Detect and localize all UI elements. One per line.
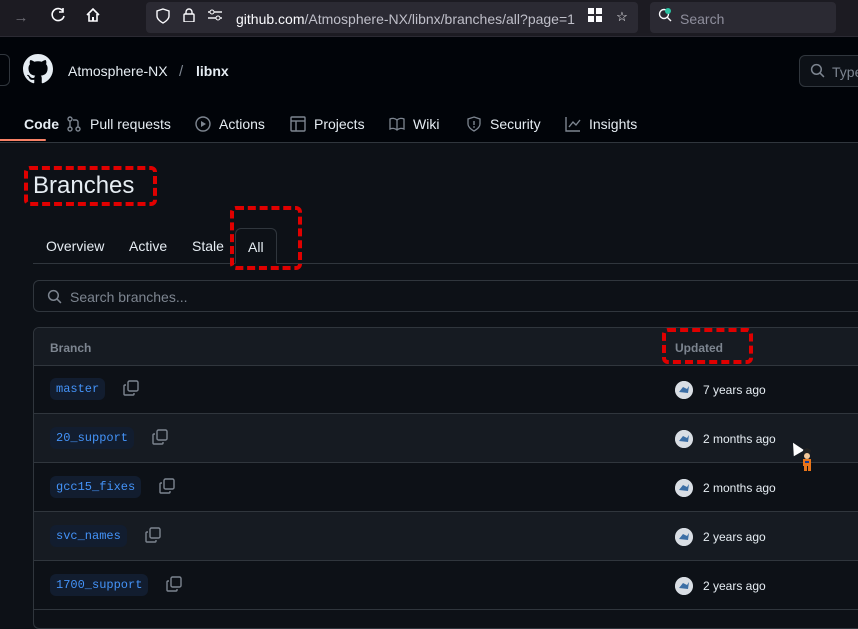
extensions-grid-icon[interactable]: [586, 8, 604, 26]
pull-request-icon: [67, 116, 81, 132]
play-icon: [195, 116, 211, 132]
branch-name-link[interactable]: master: [50, 378, 106, 400]
permissions-icon[interactable]: [206, 8, 224, 26]
avatar[interactable]: [675, 479, 693, 497]
branch-filter-tabs: Overview Active Stale All: [33, 228, 858, 264]
column-header-branch: Branch: [50, 341, 92, 355]
github-header: Atmosphere-NX / libnx Type Code Pull req…: [0, 37, 858, 143]
annotation-box-updated: [662, 328, 753, 364]
table-row: 1700_support 2 years ago: [34, 561, 858, 610]
tab-overview[interactable]: Overview: [46, 228, 104, 262]
avatar[interactable]: [675, 381, 693, 399]
copy-icon[interactable]: [145, 527, 161, 543]
code-icon: [0, 116, 16, 132]
branch-name-link[interactable]: svc_names: [50, 525, 127, 547]
nav-projects-label: Projects: [314, 116, 365, 132]
avatar[interactable]: [675, 528, 693, 546]
github-logo-icon[interactable]: [23, 54, 53, 84]
copy-icon[interactable]: [159, 478, 175, 494]
copy-icon[interactable]: [123, 380, 139, 396]
url-text: github.com/Atmosphere-NX/libnx/branches/…: [236, 11, 575, 27]
search-icon: [47, 289, 62, 304]
tracking-shield-icon[interactable]: [154, 8, 172, 26]
nav-projects[interactable]: Projects: [290, 107, 365, 141]
menu-button[interactable]: [0, 54, 10, 86]
book-icon: [389, 117, 405, 131]
nav-security-label: Security: [490, 116, 541, 132]
nav-code-label: Code: [24, 116, 59, 132]
tab-active[interactable]: Active: [129, 228, 167, 262]
lock-icon[interactable]: [180, 8, 198, 26]
table-row: master 7 years ago: [34, 365, 858, 414]
forward-icon[interactable]: →: [10, 7, 32, 29]
search-icon: [656, 8, 674, 26]
selected-tab-underline: [0, 139, 46, 141]
branch-name-link[interactable]: gcc15_fixes: [50, 476, 142, 498]
branch-name-link[interactable]: 1700_support: [50, 574, 149, 596]
bookmark-star-icon[interactable]: ☆: [613, 8, 631, 26]
copy-icon[interactable]: [166, 576, 182, 592]
nav-wiki-label: Wiki: [413, 116, 440, 132]
repo-name-link[interactable]: libnx: [196, 63, 229, 79]
home-icon[interactable]: [82, 7, 104, 29]
updated-time: 2 years ago: [703, 579, 766, 593]
updated-time: 2 months ago: [703, 481, 776, 495]
branches-table: Branch Updated master 7 years ago 20_suppo…: [33, 327, 858, 629]
nav-actions[interactable]: Actions: [195, 107, 265, 141]
annotation-box-title: [24, 166, 157, 206]
avatar[interactable]: [675, 577, 693, 595]
url-host: github.com: [236, 11, 305, 27]
nav-pull-requests-label: Pull requests: [90, 116, 171, 132]
branch-search-input[interactable]: Search branches...: [33, 280, 858, 312]
graph-icon: [565, 117, 581, 132]
table-row: svc_names 2 years ago: [34, 512, 858, 561]
branch-search-placeholder: Search branches...: [70, 289, 188, 305]
nav-code[interactable]: Code: [0, 107, 59, 141]
reload-icon[interactable]: [47, 7, 69, 29]
nav-actions-label: Actions: [219, 116, 265, 132]
shield-icon: [467, 116, 481, 132]
updated-time: 2 months ago: [703, 432, 776, 446]
updated-time: 7 years ago: [703, 383, 766, 397]
nav-insights-label: Insights: [589, 116, 638, 132]
search-icon: [810, 63, 825, 78]
nav-wiki[interactable]: Wiki: [389, 107, 439, 141]
repo-search-input[interactable]: Type: [799, 55, 858, 87]
browser-toolbar: → github.com/Atmosphere-NX/libnx/branche…: [0, 0, 858, 37]
branch-name-link[interactable]: 20_support: [50, 427, 135, 449]
table-row: 20_support 2 months ago: [34, 414, 858, 463]
address-bar[interactable]: github.com/Atmosphere-NX/libnx/branches/…: [146, 2, 638, 33]
updated-time: 2 years ago: [703, 530, 766, 544]
table-icon: [290, 116, 306, 132]
url-path: /Atmosphere-NX/libnx/branches/all?page=1: [304, 11, 575, 27]
nav-security[interactable]: Security: [466, 107, 541, 141]
repo-owner-link[interactable]: Atmosphere-NX: [68, 63, 168, 79]
nav-pull-requests[interactable]: Pull requests: [66, 107, 171, 141]
breadcrumb-separator: /: [179, 63, 184, 80]
browser-search-placeholder: Search: [680, 11, 725, 27]
avatar[interactable]: [675, 430, 693, 448]
annotation-box-all-tab: [230, 206, 302, 270]
repo-search-placeholder: Type: [832, 64, 858, 80]
copy-icon[interactable]: [152, 429, 168, 445]
tab-stale[interactable]: Stale: [192, 228, 224, 262]
nav-insights[interactable]: Insights: [565, 107, 637, 141]
table-row: gcc15_fixes 2 months ago: [34, 463, 858, 512]
character-sprite-icon: [803, 448, 811, 471]
browser-search-box[interactable]: Search: [650, 2, 836, 33]
